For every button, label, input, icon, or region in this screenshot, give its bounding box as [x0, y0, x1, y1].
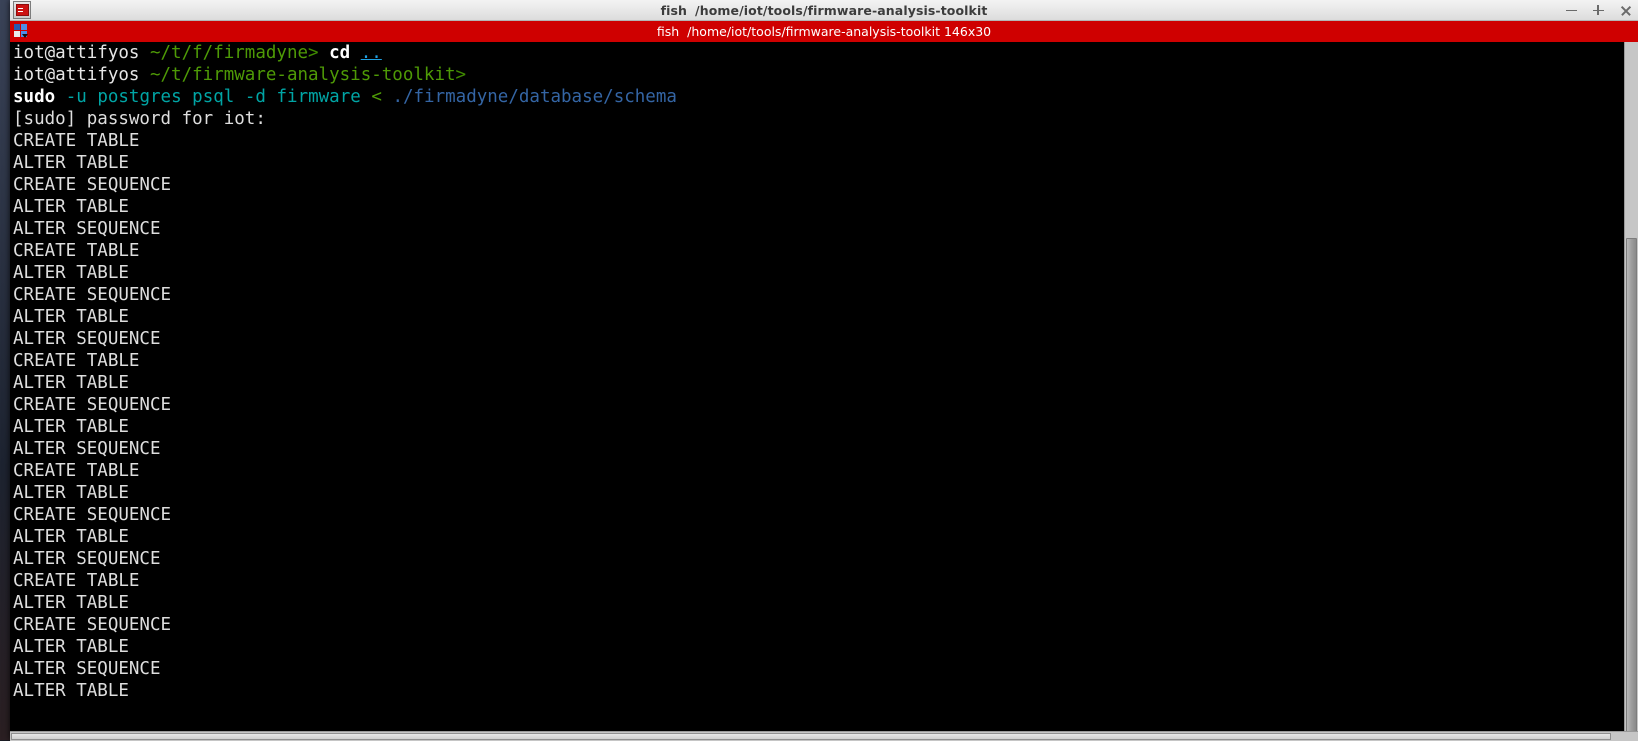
window-title-path: /home/iot/tools/firmware-analysis-toolki… [695, 2, 988, 18]
vertical-scrollbar[interactable] [1624, 42, 1638, 733]
prompt-cwd: ~/t/f/firmadyne [149, 43, 309, 63]
terminal-output-line: CREATE SEQUENCE [13, 615, 172, 635]
window-title: fish/home/iot/tools/firmware-analysis-to… [10, 3, 1638, 18]
tab-path: /home/iot/tools/firmware-analysis-toolki… [687, 24, 940, 39]
terminal-window: fish/home/iot/tools/firmware-analysis-to… [10, 0, 1638, 741]
terminal-output-line: CREATE TABLE [13, 571, 140, 591]
terminal-output-line: ALTER SEQUENCE [13, 439, 161, 459]
window-titlebar[interactable]: fish/home/iot/tools/firmware-analysis-to… [10, 0, 1638, 21]
terminal-output-line: CREATE SEQUENCE [13, 505, 172, 525]
prompt-line-1: iot@attifyos ~/t/f/firmadyne> cd .. [13, 42, 1624, 64]
terminal-output-line: ALTER TABLE [13, 527, 129, 547]
prompt-cwd: ~/t/firmware-analysis-toolkit [149, 65, 456, 85]
minimize-button[interactable] [1565, 4, 1578, 17]
terminal-output-line: ALTER TABLE [13, 593, 129, 613]
terminal-screen[interactable]: iot@attifyos ~/t/f/firmadyne> cd .. iot@… [10, 42, 1624, 731]
flag-d: -d [244, 87, 266, 107]
maximize-button[interactable] [1592, 4, 1605, 17]
terminal-output-line: ALTER SEQUENCE [13, 549, 161, 569]
prompt-arrow: > [308, 43, 319, 63]
vertical-scrollbar-thumb[interactable] [1626, 238, 1637, 733]
close-button[interactable] [1619, 4, 1632, 17]
terminal-icon [13, 1, 31, 19]
tab-list-icon[interactable] [14, 24, 29, 39]
terminal-output-line: CREATE SEQUENCE [13, 175, 172, 195]
horizontal-scrollbar-thumb[interactable] [11, 733, 1611, 740]
terminal-output-line: ALTER TABLE [13, 637, 129, 657]
terminal-output-line: CREATE TABLE [13, 241, 140, 261]
terminal-output-line: ALTER TABLE [13, 681, 129, 701]
command-sudo: sudo [13, 87, 56, 107]
terminal-output-line: ALTER TABLE [13, 153, 129, 173]
terminal-output-line: CREATE TABLE [13, 131, 140, 151]
arg-database: firmware [276, 87, 361, 107]
terminal-output-line: ALTER TABLE [13, 197, 129, 217]
tab-size: 146x30 [943, 24, 992, 39]
command-cd-argument: .. [360, 43, 382, 63]
arg-psql: psql [192, 87, 235, 107]
terminal-output-line: ALTER TABLE [13, 307, 129, 327]
terminal-output-line: ALTER SEQUENCE [13, 329, 161, 349]
terminal-output: CREATE TABLE ALTER TABLE CREATE SEQUENCE AL… [13, 130, 1624, 702]
window-controls [1565, 0, 1632, 20]
prompt-line-2: iot@attifyos ~/t/firmware-analysis-toolk… [13, 64, 1624, 86]
command-cd: cd [329, 43, 351, 63]
arg-user: postgres [97, 87, 182, 107]
terminal-output-line: CREATE SEQUENCE [13, 395, 172, 415]
terminal-output-line: ALTER TABLE [13, 483, 129, 503]
flag-u: -u [65, 87, 87, 107]
terminal-output-line: ALTER TABLE [13, 263, 129, 283]
prompt-arrow: > [455, 65, 467, 85]
terminal-output-line: CREATE SEQUENCE [13, 285, 172, 305]
terminal-output-line: CREATE TABLE [13, 351, 140, 371]
terminal-output-line: ALTER TABLE [13, 373, 129, 393]
sudo-password-prompt: [sudo] password for iot: [13, 109, 266, 129]
terminal-output-line: CREATE TABLE [13, 461, 140, 481]
prompt-user-host: iot@attifyos [13, 65, 140, 85]
prompt-user-host: iot@attifyos [13, 43, 140, 63]
redirect-operator: < [371, 87, 382, 107]
active-tab-label: fish/home/iot/tools/firmware-analysis-to… [10, 24, 1638, 39]
chevron-down-icon [22, 34, 28, 38]
tab-bar[interactable]: fish/home/iot/tools/firmware-analysis-to… [10, 21, 1638, 42]
command-line-psql: sudo -u postgres psql -d firmware < ./fi… [13, 86, 1624, 108]
terminal-output-line: ALTER SEQUENCE [13, 219, 161, 239]
window-title-app: fish [660, 2, 688, 18]
tab-app-name: fish [656, 24, 680, 39]
terminal-area[interactable]: iot@attifyos ~/t/f/firmadyne> cd .. iot@… [10, 42, 1638, 741]
terminal-output-line: ALTER SEQUENCE [13, 659, 161, 679]
terminal-output-line: ALTER TABLE [13, 417, 129, 437]
arg-schema-path: ./firmadyne/database/schema [392, 87, 677, 107]
